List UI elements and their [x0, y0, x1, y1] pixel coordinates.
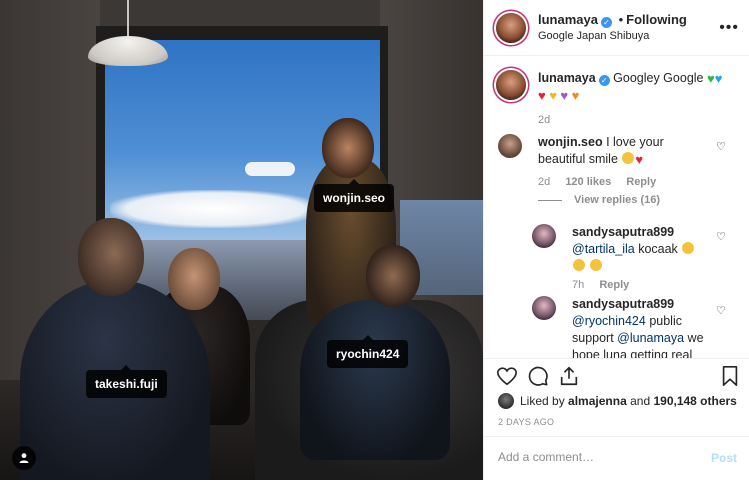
post-header: lunamaya ✓ • Following Google Japan Shibuy… [484, 0, 749, 56]
blue-heart-icon: ♥ [714, 71, 723, 86]
reply-avatar[interactable] [532, 224, 556, 248]
comment-reply-button[interactable]: Reply [626, 176, 656, 188]
add-comment-bar: Post [484, 436, 749, 482]
comment-meta: 2d 120 likes Reply [538, 176, 656, 188]
view-replies-label: View replies (16) [574, 194, 661, 206]
share-icon[interactable] [558, 365, 580, 387]
like-icon[interactable] [496, 365, 518, 387]
likes-prefix: Liked by [520, 394, 565, 408]
photo-lamp-cord [127, 0, 129, 38]
reply-row: sandysaputra899 @tartila_ila kocaak [532, 224, 732, 275]
caption-text: Googley Google [613, 71, 704, 85]
laughing-emoji-icon [590, 259, 603, 271]
laughing-emoji-icon [573, 259, 585, 271]
caption-text-block: lunamaya ✓ Googley Google ♥♥ ♥ ♥ ♥ ♥ [538, 70, 723, 104]
yellow-heart-icon: ♥ [549, 88, 557, 103]
like-comment-icon[interactable]: ♡ [716, 140, 726, 153]
verified-icon: ✓ [600, 16, 612, 28]
person-girl-head [168, 248, 220, 310]
purple-heart-icon: ♥ [560, 88, 569, 103]
comment-icon[interactable] [527, 365, 549, 387]
reply-row: sandysaputra899 @ryochin424 public suppo… [532, 296, 732, 358]
thumbs-up-icon [622, 152, 635, 164]
comment-avatar[interactable] [498, 134, 522, 158]
liker-username[interactable]: almajenna [568, 394, 627, 408]
reply-meta: 7h Reply [572, 279, 629, 291]
reply-mention[interactable]: @tartila_ila [572, 242, 635, 256]
photo-tag-takeshi[interactable]: takeshi.fuji [86, 365, 167, 398]
comment-username[interactable]: wonjin.seo [538, 135, 603, 149]
comment-row: wonjin.seo I love your beautiful smile ♥ [498, 134, 728, 168]
view-replies-button[interactable]: View replies (16) [538, 194, 660, 206]
reply-avatar[interactable] [532, 296, 556, 320]
caption-avatar[interactable] [496, 70, 526, 100]
photo-cloud [110, 190, 320, 228]
person-ryo-body [300, 300, 450, 460]
comment-text-block: wonjin.seo I love your beautiful smile ♥ [538, 134, 706, 168]
photo-cloud-small [245, 162, 295, 176]
bookmark-icon[interactable] [720, 365, 740, 387]
person-ryo-head [366, 245, 420, 307]
post-date[interactable]: 2 DAYS AGO [498, 417, 554, 427]
green-heart-icon: ♥ [706, 71, 715, 86]
following-button[interactable]: Following [626, 12, 687, 27]
replies-divider [538, 199, 562, 201]
verified-icon: ✓ [598, 75, 610, 86]
post-side-panel: lunamaya ✓ • Following Google Japan Shibuy… [483, 0, 749, 480]
tagged-users-button[interactable] [12, 446, 36, 470]
comments-section[interactable]: lunamaya ✓ Googley Google ♥♥ ♥ ♥ ♥ ♥ 2d w… [484, 56, 749, 358]
liker-avatar[interactable] [498, 393, 514, 409]
like-reply-icon[interactable]: ♡ [716, 230, 726, 243]
reply-username[interactable]: sandysaputra899 [572, 225, 674, 239]
add-comment-input[interactable] [496, 449, 690, 465]
caption-row: lunamaya ✓ Googley Google ♥♥ ♥ ♥ ♥ ♥ [496, 70, 736, 104]
red-heart-icon: ♥ [635, 152, 644, 167]
post-actions: Liked by almajenna and 190,148 others 2 … [484, 358, 749, 481]
reply-username[interactable]: sandysaputra899 [572, 297, 674, 311]
photo-tag-ryochin[interactable]: ryochin424 [327, 335, 409, 368]
reply-mention-2[interactable]: @lunamaya [617, 331, 684, 345]
likes-count[interactable]: 190,148 others [653, 394, 736, 408]
header-separator: • [618, 11, 624, 27]
red-heart-icon: ♥ [538, 88, 546, 103]
author-avatar[interactable] [496, 12, 526, 43]
likes-summary: Liked by almajenna and 190,148 others [498, 393, 737, 409]
user-icon [19, 453, 29, 463]
instagram-post-modal: wonjin.seo ryochin424 takeshi.fuji lunam… [0, 0, 749, 480]
reply-reply-button[interactable]: Reply [599, 279, 629, 291]
likes-and: and [630, 394, 651, 408]
post-photo[interactable]: wonjin.seo ryochin424 takeshi.fuji [0, 0, 483, 480]
photo-tag-wonjin[interactable]: wonjin.seo [314, 179, 395, 212]
like-reply-icon[interactable]: ♡ [716, 304, 726, 317]
caption-username[interactable]: lunamaya [538, 71, 596, 85]
laughing-emoji-icon [682, 242, 695, 254]
reply-age[interactable]: 7h [572, 279, 584, 291]
orange-heart-icon: ♥ [571, 88, 580, 103]
author-username[interactable]: lunamaya [538, 12, 598, 27]
comment-likes[interactable]: 120 likes [565, 176, 611, 188]
header-text: lunamaya ✓ • Following Google Japan Shibuy… [538, 12, 687, 44]
reply-text: kocaak [634, 242, 678, 256]
reply-text-block: sandysaputra899 @tartila_ila kocaak [572, 224, 707, 275]
comment-age[interactable]: 2d [538, 176, 550, 188]
more-options-button[interactable]: ••• [719, 19, 739, 37]
post-location[interactable]: Google Japan Shibuya [538, 28, 687, 44]
reply-text-block: sandysaputra899 @ryochin424 public suppo… [572, 296, 707, 358]
reply-mention[interactable]: @ryochin424 [572, 314, 646, 328]
post-comment-button[interactable]: Post [711, 451, 737, 465]
person-wonjin-head [322, 118, 374, 178]
caption-age[interactable]: 2d [538, 114, 550, 126]
person-takeshi-head [78, 218, 144, 296]
